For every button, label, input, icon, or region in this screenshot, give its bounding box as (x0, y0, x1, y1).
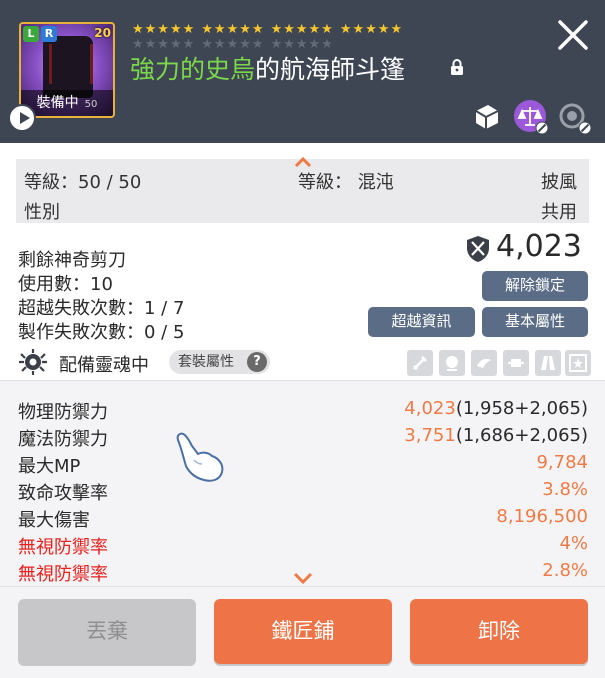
item-name: 強力的史烏的航海師斗篷 (130, 50, 405, 86)
item-thumbnail: L R 20 裝備中 50 (19, 22, 115, 118)
action-footer: 丟棄 鐵匠鋪 卸除 (0, 586, 605, 678)
stat-value: 4,023(1,958+2,065) (404, 398, 588, 419)
blacksmith-button[interactable]: 鐵匠鋪 (214, 599, 392, 664)
stat-label: 最大傷害 (18, 510, 90, 531)
slot-wing-icon[interactable] (471, 350, 497, 376)
set-attributes-button[interactable]: 套裝屬性 ? (169, 350, 270, 374)
transcend-fail-count: 超越失敗次數：1 / 7 (18, 298, 185, 319)
base-attributes-button[interactable]: 基本屬性 (482, 307, 588, 337)
soul-equipped-label: 配備靈魂中 (59, 355, 149, 376)
lock-icon[interactable] (450, 59, 464, 75)
gender-label: 性別 (24, 202, 60, 223)
slot-gear-icon[interactable] (503, 350, 529, 376)
stat-value: 4% (559, 533, 588, 554)
stats-list[interactable]: 物理防禦力 4,023(1,958+2,065) 魔法防禦力 3,751(1,6… (0, 380, 605, 586)
level-badge: 20 (94, 26, 111, 40)
set-attributes-label: 套裝屬性 (178, 354, 234, 370)
slot-star-icon[interactable] (565, 350, 591, 376)
shield-swords-icon (467, 236, 489, 262)
scale-icon[interactable] (513, 99, 549, 135)
star-group: ★★★★★ (339, 22, 404, 37)
star-group: ★★★★★ (201, 22, 265, 37)
stat-value: 3,751(1,686+2,065) (404, 425, 588, 446)
cape-image (43, 36, 93, 98)
star-rating: ★★★★★ ★★★★★ ★★★★★ ★★★★★ ★★★★★ ★★★★★ ★★★★★ (132, 22, 462, 52)
close-icon[interactable] (556, 18, 590, 52)
badge-r: R (41, 26, 57, 42)
soul-icon (19, 349, 47, 375)
stat-label: 致命攻擊率 (18, 483, 108, 504)
enhance-icon[interactable] (556, 99, 592, 135)
requirement-box: 等級：50 / 50 性別 等級： 混沌 披風 共用 (16, 159, 589, 223)
chevron-down-icon[interactable] (293, 572, 313, 584)
star-group: ★★★★★ (270, 22, 334, 37)
chevron-up-icon[interactable] (294, 157, 312, 167)
stat-label: 最大MP (18, 456, 81, 477)
stat-value: 2.8% (542, 560, 588, 581)
unlock-button[interactable]: 解除鎖定 (482, 271, 588, 301)
craft-fail-count: 製作失敗次數：0 / 5 (18, 322, 185, 343)
stat-label: 魔法防禦力 (18, 429, 108, 450)
slot-sword-icon[interactable] (407, 350, 433, 376)
slot-boots-icon[interactable] (535, 350, 561, 376)
badge-l: L (23, 26, 39, 42)
usage-count: 使用數：10 (18, 274, 113, 295)
unequip-button[interactable]: 卸除 (410, 599, 588, 664)
star-group: ★★★★★ (132, 22, 196, 37)
info-panel: 等級：50 / 50 性別 等級： 混沌 披風 共用 剩餘神奇剪刀 使用數：10… (0, 143, 605, 380)
combat-power: 4,023 (496, 229, 582, 264)
rank-label: 等級： 混沌 (298, 172, 394, 193)
slot-helmet-icon[interactable] (439, 350, 465, 376)
remaining-scissors: 剩餘神奇剪刀 (18, 250, 126, 271)
gender-value: 共用 (541, 202, 577, 223)
item-header: L R 20 裝備中 50 ★★★★★ ★★★★★ ★★★★★ ★★★★★ ★★★★★ ★… (0, 0, 605, 143)
stat-value: 9,784 (536, 452, 588, 473)
discard-button[interactable]: 丟棄 (18, 599, 196, 664)
scroll-icon[interactable] (468, 99, 504, 135)
stat-value: 3.8% (542, 479, 588, 500)
stat-value: 8,196,500 (496, 506, 588, 527)
item-name-prefix: 強力的史烏 (130, 55, 256, 84)
item-name-rest: 的航海師斗篷 (255, 55, 406, 84)
level-label: 等級：50 / 50 (24, 172, 142, 193)
stat-label: 無視防禦率 (18, 537, 108, 558)
slot-type: 披風 (541, 172, 577, 193)
stat-label: 無視防禦率 (18, 564, 108, 585)
transcend-info-button[interactable]: 超越資訊 (368, 307, 475, 337)
pointer-hand-icon (176, 432, 224, 482)
play-icon[interactable] (8, 104, 36, 132)
help-icon[interactable]: ? (247, 352, 267, 372)
stat-label: 物理防禦力 (18, 402, 108, 423)
